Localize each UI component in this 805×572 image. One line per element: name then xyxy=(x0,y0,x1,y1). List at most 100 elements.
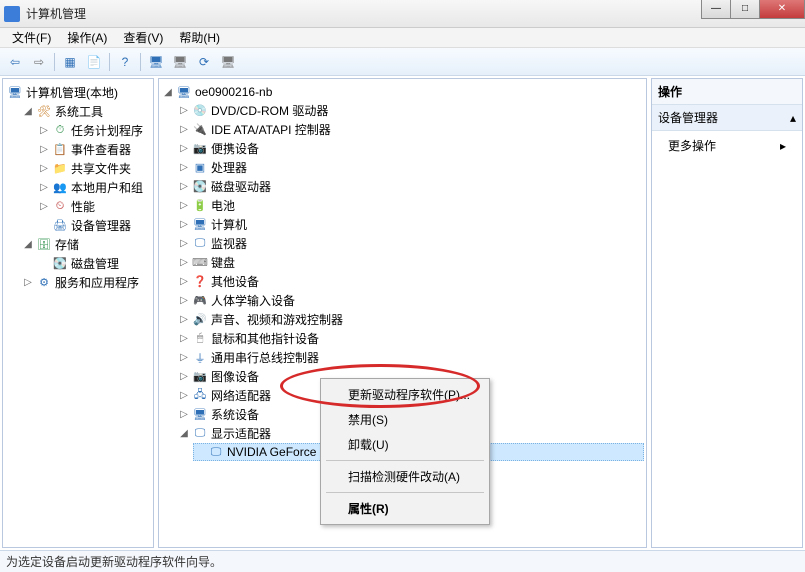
tree-label: 任务计划程序 xyxy=(71,122,143,139)
tree-shared-folders[interactable]: ▷📁共享文件夹 xyxy=(37,159,151,178)
toolbar-btn-3[interactable]: 🖥 xyxy=(145,51,167,73)
tree-task-scheduler[interactable]: ▷⏱任务计划程序 xyxy=(37,121,151,140)
tree-label: oe0900216-nb xyxy=(195,85,272,99)
menu-action[interactable]: 操作(A) xyxy=(59,27,115,48)
caret-closed-icon: ▷ xyxy=(39,163,49,174)
menu-file[interactable]: 文件(F) xyxy=(4,27,59,48)
arrow-right-icon: ⇨ xyxy=(34,55,44,69)
screen-icon: 🖥 xyxy=(172,55,187,69)
close-button[interactable]: ✕ xyxy=(759,0,805,19)
display-icon: 🖵 xyxy=(192,426,208,442)
ide-icon: 🔌 xyxy=(192,122,208,138)
toolbar-btn-4[interactable]: 🖥 xyxy=(169,51,191,73)
caret-closed-icon: ▷ xyxy=(179,162,189,173)
device-sound[interactable]: ▷🔊声音、视频和游戏控制器 xyxy=(177,310,644,329)
device-disk[interactable]: ▷💽磁盘驱动器 xyxy=(177,177,644,196)
tree-label: 监视器 xyxy=(211,235,247,252)
toolbar-help-button[interactable]: ? xyxy=(114,51,136,73)
ctx-disable[interactable]: 禁用(S) xyxy=(324,407,486,432)
tree-label: 共享文件夹 xyxy=(71,160,131,177)
caret-closed-icon: ▷ xyxy=(179,276,189,287)
collapse-icon: ▴ xyxy=(790,111,796,125)
device-dvd[interactable]: ▷💿DVD/CD-ROM 驱动器 xyxy=(177,101,644,120)
status-text: 为选定设备启动更新驱动程序软件向导。 xyxy=(6,553,222,570)
services-icon: ⚙ xyxy=(36,275,52,291)
device-monitor[interactable]: ▷🖵监视器 xyxy=(177,234,644,253)
tree-label: 本地用户和组 xyxy=(71,179,143,196)
tree-services-apps[interactable]: ▷⚙服务和应用程序 xyxy=(21,273,151,292)
tree-label: IDE ATA/ATAPI 控制器 xyxy=(211,121,331,138)
device-mouse[interactable]: ▷🖱鼠标和其他指针设备 xyxy=(177,329,644,348)
ctx-update-driver[interactable]: 更新驱动程序软件(P)... xyxy=(324,382,486,407)
caret-closed-icon: ▷ xyxy=(179,238,189,249)
wrench-icon: 🛠 xyxy=(36,104,52,120)
tree-event-viewer[interactable]: ▷📋事件查看器 xyxy=(37,140,151,159)
device-battery[interactable]: ▷🔋电池 xyxy=(177,196,644,215)
statusbar: 为选定设备启动更新驱动程序软件向导。 xyxy=(0,550,805,572)
tree-disk-mgmt[interactable]: 💽磁盘管理 xyxy=(37,254,151,273)
screen-icon: 🖥 xyxy=(220,55,235,69)
monitor-icon: 🖵 xyxy=(192,236,208,252)
keyboard-icon: ⌨ xyxy=(192,255,208,271)
device-keyboard[interactable]: ▷⌨键盘 xyxy=(177,253,644,272)
ctx-properties[interactable]: 属性(R) xyxy=(324,496,486,521)
disk-icon: 💽 xyxy=(192,179,208,195)
maximize-button[interactable]: □ xyxy=(730,0,760,19)
nav-back-button[interactable]: ⇦ xyxy=(4,51,26,73)
tree-label: 电池 xyxy=(211,197,235,214)
minimize-button[interactable]: — xyxy=(701,0,731,19)
toolbar-btn-5[interactable]: 🖥 xyxy=(217,51,239,73)
tree-label: 服务和应用程序 xyxy=(55,274,139,291)
menu-view[interactable]: 查看(V) xyxy=(115,27,171,48)
caret-closed-icon: ▷ xyxy=(179,352,189,363)
device-usb[interactable]: ▷⏚通用串行总线控制器 xyxy=(177,348,644,367)
toolbar-separator xyxy=(54,53,55,71)
tree-label: 设备管理器 xyxy=(71,217,131,234)
nav-forward-button[interactable]: ⇨ xyxy=(28,51,50,73)
tree-device-manager[interactable]: 🖨设备管理器 xyxy=(37,216,151,235)
tree-label: 磁盘管理 xyxy=(71,255,119,272)
device-portable[interactable]: ▷📷便携设备 xyxy=(177,139,644,158)
toolbar-btn-1[interactable]: ▦ xyxy=(59,51,81,73)
toolbar-separator xyxy=(140,53,141,71)
menubar: 文件(F) 操作(A) 查看(V) 帮助(H) xyxy=(0,28,805,48)
hid-icon: 🎮 xyxy=(192,293,208,309)
computer-icon: 🖥 xyxy=(176,84,192,100)
computer-icon: 🖥 xyxy=(192,217,208,233)
tree-label: 性能 xyxy=(71,198,95,215)
tree-local-users[interactable]: ▷👥本地用户和组 xyxy=(37,178,151,197)
device-root[interactable]: ◢🖥oe0900216-nb xyxy=(161,83,644,101)
caret-open-icon: ◢ xyxy=(179,428,189,439)
tree-system-tools[interactable]: ◢ 🛠 系统工具 xyxy=(21,102,151,121)
mouse-icon: 🖱 xyxy=(192,331,208,347)
caret-closed-icon: ▷ xyxy=(39,125,49,136)
device-icon: 🖨 xyxy=(52,218,68,234)
tree-performance[interactable]: ▷⏲性能 xyxy=(37,197,151,216)
tree-label: 鼠标和其他指针设备 xyxy=(211,330,319,347)
more-actions[interactable]: 更多操作 ▸ xyxy=(652,131,802,160)
toolbar-refresh-button[interactable]: ⟳ xyxy=(193,51,215,73)
device-processor[interactable]: ▷▣处理器 xyxy=(177,158,644,177)
tree-label: 存储 xyxy=(55,236,79,253)
device-hid[interactable]: ▷🎮人体学输入设备 xyxy=(177,291,644,310)
menu-help[interactable]: 帮助(H) xyxy=(171,27,228,48)
usb-icon: ⏚ xyxy=(192,350,208,366)
ctx-uninstall[interactable]: 卸载(U) xyxy=(324,432,486,457)
ctx-properties-label: 属性(R) xyxy=(348,502,389,516)
device-other[interactable]: ▷❓其他设备 xyxy=(177,272,644,291)
window-title: 计算机管理 xyxy=(26,5,801,22)
tree-root[interactable]: 🖥 计算机管理(本地) xyxy=(5,83,151,102)
device-ide[interactable]: ▷🔌IDE ATA/ATAPI 控制器 xyxy=(177,120,644,139)
caret-closed-icon: ▷ xyxy=(179,143,189,154)
actions-section[interactable]: 设备管理器 ▴ xyxy=(652,105,802,131)
help-icon: ? xyxy=(122,55,129,69)
tree-storage[interactable]: ◢ 🗄 存储 xyxy=(21,235,151,254)
tree-label: 人体学输入设备 xyxy=(211,292,295,309)
disk-icon: 💽 xyxy=(52,256,68,272)
arrow-left-icon: ⇦ xyxy=(10,55,20,69)
tree-label: 显示适配器 xyxy=(211,425,271,442)
portable-icon: 📷 xyxy=(192,141,208,157)
toolbar-btn-2[interactable]: 📄 xyxy=(83,51,105,73)
device-computer[interactable]: ▷🖥计算机 xyxy=(177,215,644,234)
ctx-scan-hardware[interactable]: 扫描检测硬件改动(A) xyxy=(324,464,486,489)
